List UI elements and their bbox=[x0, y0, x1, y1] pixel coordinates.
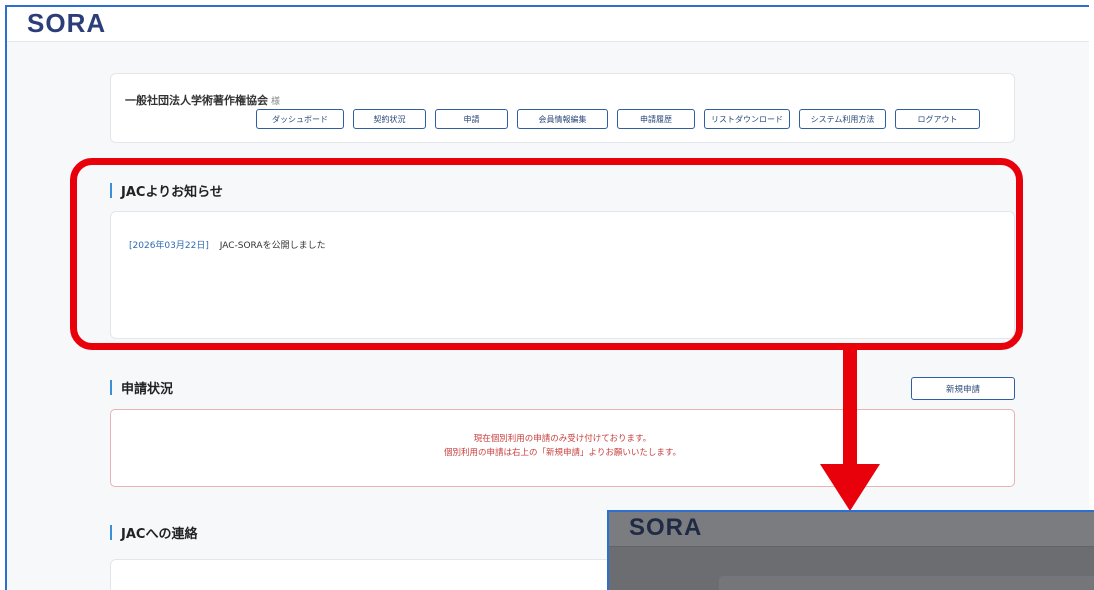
down-arrow-icon bbox=[820, 464, 880, 511]
app-window: SORA 一般社団法人学術著作権協会様 ダッシュボード 契約状況 申請 会員情報… bbox=[5, 5, 1089, 590]
heading-accent-bar bbox=[110, 525, 112, 540]
member-card: 一般社団法人学術著作権協会様 ダッシュボード 契約状況 申請 会員情報編集 申請… bbox=[110, 73, 1015, 143]
sora-logo[interactable]: SORA bbox=[27, 8, 106, 39]
inset-sora-logo: SORA bbox=[629, 514, 703, 541]
application-status-title: 申請状況 bbox=[121, 382, 174, 397]
down-arrow-shaft bbox=[843, 347, 857, 465]
nav-how-to-use-button[interactable]: システム利用方法 bbox=[799, 109, 886, 129]
notice-date: [2026年03月22日] bbox=[129, 241, 209, 251]
main-nav: ダッシュボード 契約状況 申請 会員情報編集 申請履歴 リストダウンロード シス… bbox=[256, 109, 980, 129]
notice-item[interactable]: [2026年03月22日] JAC-SORAを公開しました bbox=[129, 238, 326, 251]
member-honorific: 様 bbox=[271, 97, 281, 107]
status-message-line-2: 個別利用の申請は右上の「新規申請」よりお願いいたします。 bbox=[444, 448, 681, 458]
nav-application-button[interactable]: 申請 bbox=[435, 109, 508, 129]
status-message-line-1: 現在個別利用の申請のみ受け付けております。 bbox=[473, 434, 652, 444]
new-application-button[interactable]: 新規申請 bbox=[911, 377, 1015, 400]
nav-member-edit-button[interactable]: 会員情報編集 bbox=[517, 109, 608, 129]
notices-card: [2026年03月22日] JAC-SORAを公開しました bbox=[110, 211, 1015, 339]
nav-dashboard-button[interactable]: ダッシュボード bbox=[256, 109, 344, 129]
nav-application-history-button[interactable]: 申請履歴 bbox=[617, 109, 695, 129]
contact-heading: JACへの連絡 bbox=[110, 523, 197, 542]
member-name-text: 一般社団法人学術著作権協会 bbox=[125, 94, 268, 107]
inset-top-bar: SORA bbox=[609, 512, 1094, 547]
notice-text: JAC-SORAを公開しました bbox=[219, 241, 326, 251]
application-status-message: 現在個別利用の申請のみ受け付けております。 個別利用の申請は右上の「新規申請」よ… bbox=[111, 432, 1014, 460]
application-status-heading: 申請状況 bbox=[110, 378, 173, 397]
notices-title: JACよりお知らせ bbox=[121, 185, 223, 200]
heading-accent-bar bbox=[110, 183, 112, 198]
nav-list-download-button[interactable]: リストダウンロード bbox=[704, 109, 790, 129]
nav-contract-status-button[interactable]: 契約状況 bbox=[353, 109, 426, 129]
notices-heading: JACよりお知らせ bbox=[110, 181, 223, 200]
contact-title: JACへの連絡 bbox=[121, 527, 198, 542]
top-bar: SORA bbox=[7, 7, 1089, 42]
inset-screenshot: SORA bbox=[607, 510, 1094, 590]
inset-card bbox=[719, 576, 1094, 590]
heading-accent-bar bbox=[110, 380, 112, 395]
member-name: 一般社団法人学術著作権協会様 bbox=[125, 92, 280, 108]
nav-logout-button[interactable]: ログアウト bbox=[895, 109, 980, 129]
